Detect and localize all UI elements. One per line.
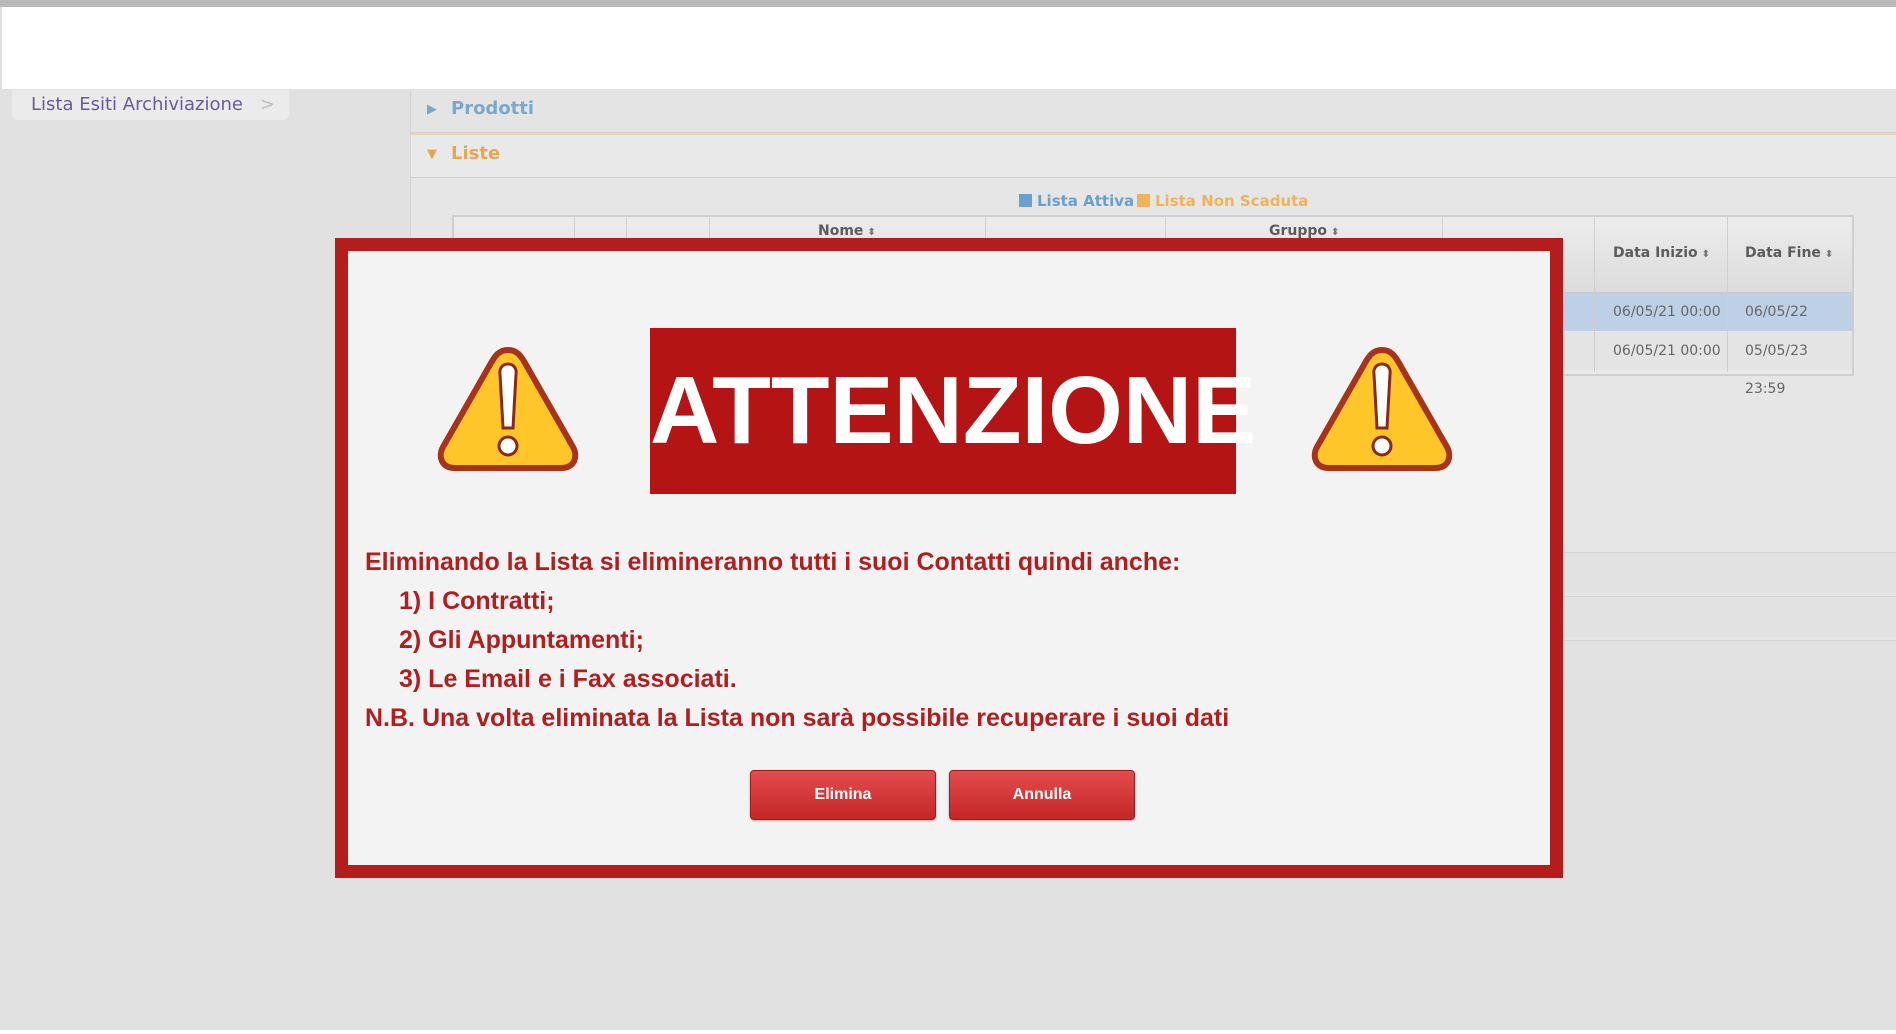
legend-swatch-attiva [1019,194,1032,207]
browser-top-strip [0,0,1896,7]
cell-data-inizio: 06/05/21 00:00 [1613,304,1721,320]
column-header-data-fine[interactable]: Data Fine ⬍ [1745,245,1833,261]
message-line: 1) I Contratti; [399,587,555,615]
accordion-prodotti[interactable]: ▶ Prodotti [411,90,1896,133]
triangle-down-icon: ▼ [427,147,437,162]
chevron-right-icon: > [259,94,275,115]
accordion-title-liste: Liste [451,143,501,164]
legend-label-attiva: Lista Attiva [1037,192,1135,210]
column-header-nome[interactable]: Nome ⬍ [818,223,876,239]
message-line: N.B. Una volta eliminata la Lista non sa… [365,704,1230,732]
legend-swatch-non-scaduta [1137,194,1150,207]
cell-data-fine: 05/05/23 23:59 [1745,343,1808,397]
header-tab [28,7,280,17]
message-line: Eliminando la Lista si elimineranno tutt… [365,548,1181,576]
warning-icon [1311,347,1453,471]
warning-icon [437,347,579,471]
column-divider [1594,217,1595,372]
column-header-data-inizio[interactable]: Data Inizio ⬍ [1613,245,1710,261]
elimina-button[interactable]: Elimina [750,770,936,820]
cell-data-inizio: 06/05/21 00:00 [1613,343,1721,359]
app-header [2,7,1896,89]
message-line: 3) Le Email e i Fax associati. [399,665,737,693]
accordion-title-prodotti: Prodotti [451,98,535,119]
accordion-liste[interactable]: ▼ Liste [411,133,1896,178]
sidebar-item-label: Lista Esiti Archiviazione [31,94,244,115]
legend-lista-non-scaduta: Lista Non Scaduta [1137,192,1308,210]
sort-icon: ⬍ [867,227,876,238]
sort-icon: ⬍ [1701,249,1711,260]
annulla-button[interactable]: Annulla [949,770,1135,820]
attenzione-banner: ATTENZIONE [650,328,1256,494]
bottom-strip [0,1030,1896,1034]
delete-confirm-dialog: ATTENZIONE Eliminando la Lista si elimin… [335,238,1563,878]
legend-label-non-scaduta: Lista Non Scaduta [1155,192,1309,210]
sidebar-item-lista-esiti-archiviazione[interactable]: Lista Esiti Archiviazione > [12,90,289,120]
sort-icon: ⬍ [1824,249,1834,260]
triangle-right-icon: ▶ [427,102,437,117]
column-divider [1727,217,1728,372]
message-line: 2) Gli Appuntamenti; [399,626,644,654]
sort-icon: ⬍ [1331,227,1340,238]
column-header-gruppo[interactable]: Gruppo ⬍ [1269,223,1339,239]
legend-lista-attiva: Lista Attiva [1019,192,1134,210]
warning-message: Eliminando la Lista si elimineranno tutt… [365,543,1545,738]
